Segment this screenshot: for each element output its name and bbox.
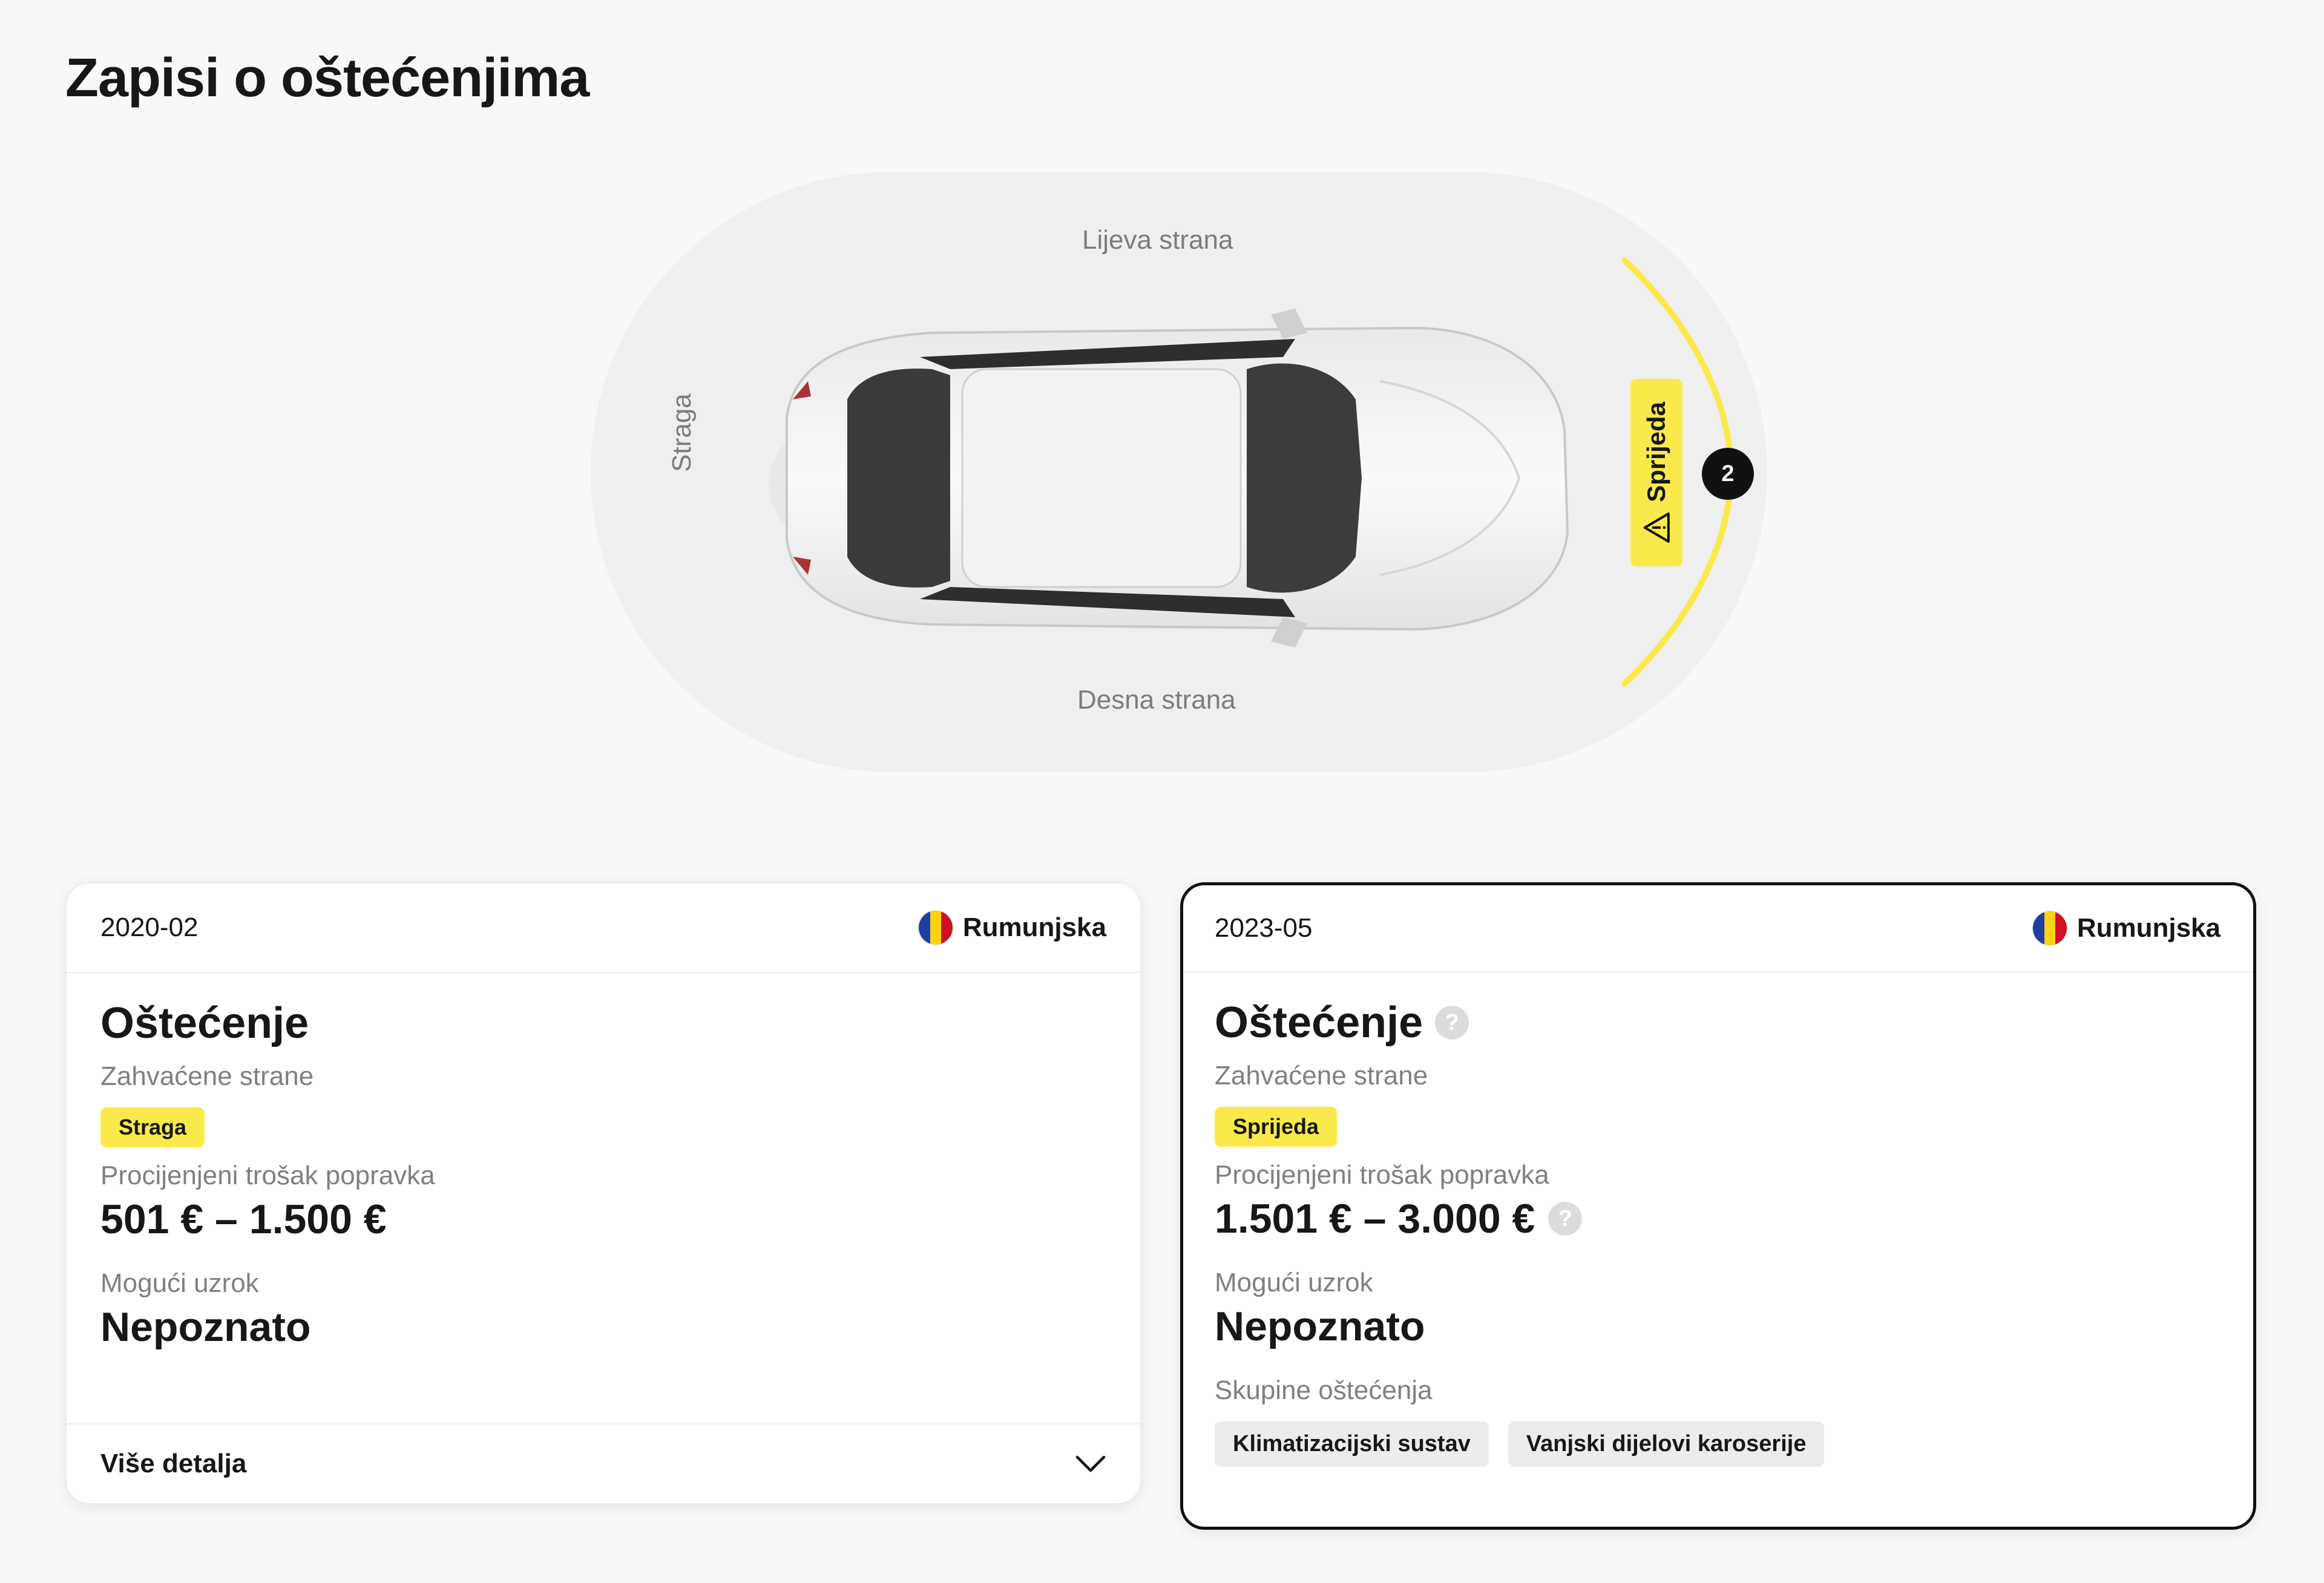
front-side-badge[interactable]: Sprijeda (1630, 379, 1682, 566)
chevron-down-icon (1075, 1455, 1106, 1472)
front-side-label: Sprijeda (1642, 402, 1671, 502)
record-title-text: Oštećenje (1215, 998, 1423, 1047)
country-name: Rumunjska (2076, 913, 2221, 943)
damage-groups-list: Klimatizacijski sustav Vanjski dijelovi … (1215, 1421, 2222, 1467)
affected-sides-label: Zahvaćene strane (1215, 1061, 1428, 1090)
more-details-toggle[interactable]: Više detalja (67, 1423, 1140, 1503)
damage-record-card: 2023-05 Rumunjska Oštećenje ? Zahvaćene … (1180, 882, 2256, 1530)
left-side-label[interactable]: Lijeva strana (1082, 225, 1233, 255)
repair-cost-value: 1.501 € – 3.000 € ? (1215, 1195, 2222, 1242)
help-question-icon[interactable]: ? (1548, 1202, 1583, 1236)
card-header: 2020-02 Rumunjska (67, 883, 1140, 973)
possible-cause-value: Nepoznato (1215, 1303, 1425, 1349)
record-country: Rumunjska (2032, 911, 2221, 946)
record-title-text: Oštećenje (100, 999, 309, 1047)
romania-flag-icon (2032, 911, 2067, 946)
affected-side-tag: Sprijeda (1215, 1107, 1338, 1147)
repair-cost-text: 1.501 € – 3.000 € (1215, 1196, 1535, 1242)
record-title: Oštećenje (100, 998, 1106, 1048)
repair-cost-label: Procijenjeni trošak popravka (100, 1161, 435, 1190)
record-date: 2020-02 (100, 913, 199, 942)
repair-cost-label: Procijenjeni trošak popravka (1215, 1160, 1549, 1190)
damage-record-card: 2020-02 Rumunjska Oštećenje Zahvaćene st… (65, 882, 1141, 1504)
right-side-label[interactable]: Desna strana (1077, 685, 1236, 715)
damage-group-chip: Vanjski dijelovi karoserije (1508, 1421, 1825, 1467)
romania-flag-icon (917, 910, 953, 945)
record-date: 2023-05 (1215, 913, 1313, 943)
country-name: Rumunjska (962, 913, 1106, 942)
affected-side-tag: Straga (100, 1107, 205, 1147)
possible-cause-value: Nepoznato (100, 1304, 311, 1350)
record-title: Oštećenje ? (1215, 998, 2222, 1047)
warning-icon (1644, 512, 1670, 543)
possible-cause-label: Mogući uzrok (1215, 1268, 1373, 1297)
record-country: Rumunjska (917, 910, 1106, 945)
affected-sides-label: Zahvaćene strane (100, 1061, 314, 1091)
repair-cost-value: 501 € – 1.500 € (100, 1196, 1106, 1243)
help-question-icon[interactable]: ? (1435, 1006, 1469, 1040)
more-details-label: Više detalja (100, 1449, 247, 1478)
car-top-view-image (769, 309, 1569, 647)
possible-cause-label: Mogući uzrok (100, 1268, 259, 1298)
rear-side-label[interactable]: Straga (667, 393, 697, 472)
repair-cost-text: 501 € – 1.500 € (100, 1196, 387, 1242)
damage-groups-label: Skupine oštećenja (1215, 1375, 1433, 1405)
damage-group-chip: Klimatizacijski sustav (1215, 1421, 1489, 1467)
card-header: 2023-05 Rumunjska (1183, 885, 2253, 972)
front-damage-count-badge: 2 (1702, 448, 1754, 500)
damage-diagram: Lijeva strana Desna strana Straga Sprije… (0, 0, 2324, 847)
